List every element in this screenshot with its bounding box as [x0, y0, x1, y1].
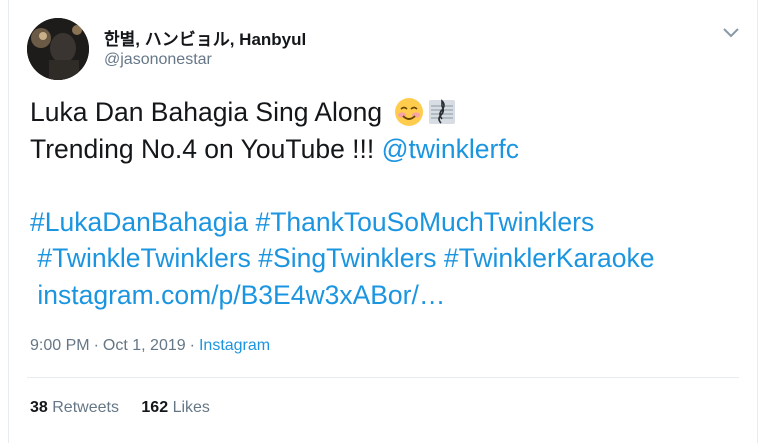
retweets-count: 38 — [30, 399, 48, 416]
tweet-text: Luka Dan Bahagia Sing Along Trending No.… — [30, 94, 750, 313]
tweet-time[interactable]: 9:00 PM — [30, 337, 90, 354]
retweets-label: Retweets — [52, 399, 119, 416]
smiling-face-emoji-icon — [394, 97, 424, 127]
tweet-line-5: #TwinkleTwinklers #SingTwinklers #Twinkl… — [30, 240, 750, 277]
chevron-down-icon[interactable] — [721, 26, 741, 40]
likes-count: 162 — [141, 399, 169, 416]
separator: · — [189, 337, 195, 354]
tweet-line-4: #LukaDanBahagia #ThankTouSoMuchTwinklers — [30, 204, 750, 241]
display-name[interactable]: 한별, ハンビョル, Hanbyul — [104, 25, 306, 50]
tweet-card: 한별, ハンビョル, Hanbyul @jasononestar Luka Da… — [8, 0, 758, 443]
likes-stat[interactable]: 162 Likes — [141, 399, 210, 416]
musical-score-emoji-icon — [427, 97, 457, 127]
hashtag-link[interactable]: #TwinkleTwinklers — [37, 243, 251, 273]
divider — [27, 377, 739, 378]
separator: · — [93, 337, 99, 354]
tweet-title: Luka Dan Bahagia Sing Along — [30, 97, 383, 127]
source-link[interactable]: Instagram — [199, 337, 270, 354]
mention-link[interactable]: @twinklerfc — [382, 134, 519, 164]
tweet-line-6: instagram.com/p/B3E4w3xABor/… — [30, 277, 750, 314]
tweet-stats: 38 Retweets 162 Likes — [30, 399, 228, 417]
hashtag-link[interactable]: #TwinklerKaraoke — [444, 243, 655, 273]
avatar[interactable] — [27, 18, 89, 80]
tweet-line-2: Trending No.4 on YouTube !!! @twinklerfc — [30, 131, 750, 168]
hashtag-link[interactable]: #ThankTouSoMuchTwinklers — [255, 207, 594, 237]
tweet-date[interactable]: Oct 1, 2019 — [103, 337, 186, 354]
tweet-meta: 9:00 PM · Oct 1, 2019 · Instagram — [30, 337, 270, 355]
retweets-stat[interactable]: 38 Retweets — [30, 399, 119, 416]
hashtag-link[interactable]: #LukaDanBahagia — [30, 207, 248, 237]
likes-label: Likes — [172, 399, 210, 416]
tweet-line-1: Luka Dan Bahagia Sing Along — [30, 94, 750, 131]
hashtag-link[interactable]: #SingTwinklers — [258, 243, 436, 273]
trending-text: Trending No.4 on YouTube !!! — [30, 133, 382, 164]
avatar-photo-icon — [27, 18, 89, 80]
user-handle[interactable]: @jasononestar — [104, 51, 212, 69]
instagram-url-link[interactable]: instagram.com/p/B3E4w3xABor/… — [37, 280, 445, 310]
